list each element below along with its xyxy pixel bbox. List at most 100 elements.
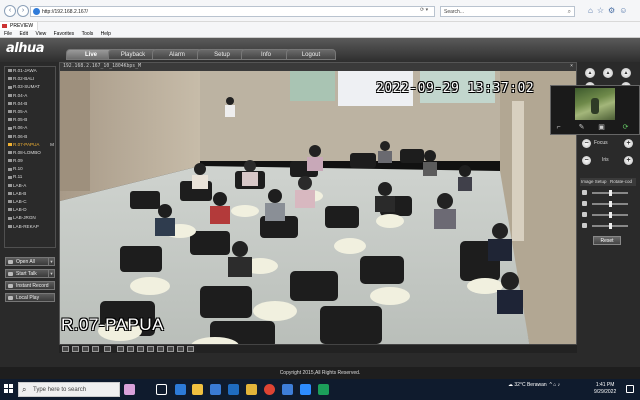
back-button[interactable]: ‹	[4, 5, 16, 17]
iris-minus-button[interactable]: −	[582, 156, 591, 165]
tab-logout[interactable]: Logout	[286, 49, 336, 60]
layout-16-icon[interactable]	[92, 346, 99, 352]
channel-item[interactable]: LAB-JRGN	[5, 214, 55, 222]
refresh-icon[interactable]: ⟳	[621, 124, 630, 132]
browser-search-input[interactable]: Search... ⌕	[440, 6, 575, 17]
hue-slider[interactable]	[582, 223, 634, 229]
menu-help[interactable]: Help	[101, 31, 111, 37]
gear-icon[interactable]: ⚙	[608, 6, 619, 15]
channel-item[interactable]: R.06-A	[5, 124, 55, 132]
address-bar[interactable]: http://192.168.2.167/	[30, 6, 435, 17]
channel-item[interactable]: R.05-B	[5, 116, 55, 124]
focus-minus-button[interactable]: −	[582, 139, 591, 148]
slider-knob[interactable]	[609, 201, 612, 207]
zoom-icon[interactable]	[300, 384, 311, 395]
layout-custom-icon[interactable]	[187, 346, 194, 352]
channel-item[interactable]: R.10	[5, 165, 55, 173]
crop-icon[interactable]: ⌐	[554, 124, 563, 132]
refresh-icon[interactable]: ⟳ ▾	[420, 7, 428, 13]
menu-favorites[interactable]: Favorites	[54, 31, 75, 37]
tab-preview[interactable]: PREVIEW	[0, 22, 39, 30]
ptz-up-left-button[interactable]: ▲	[585, 68, 595, 78]
layout-25-icon[interactable]	[157, 346, 164, 352]
layout-64-icon[interactable]	[177, 346, 184, 352]
saturation-slider[interactable]	[582, 212, 634, 218]
channel-item[interactable]: R.02-BALI	[5, 75, 55, 83]
smiley-icon[interactable]: ☺	[619, 6, 631, 15]
ptz-up-button[interactable]: ▲	[603, 68, 613, 78]
channel-item[interactable]: R.04-B	[5, 100, 55, 108]
channel-item[interactable]: R.08-LOMBO	[5, 149, 55, 157]
contrast-slider[interactable]	[582, 201, 634, 207]
layout-13-icon[interactable]	[137, 346, 144, 352]
channel-item[interactable]: LAB-REKAP	[5, 223, 55, 231]
fullscreen-icon[interactable]	[104, 346, 111, 352]
home-icon[interactable]: ⌂	[588, 6, 597, 15]
chrome-icon[interactable]	[264, 384, 275, 395]
cortana-icon[interactable]	[124, 384, 135, 395]
tab-alarm[interactable]: Alarm	[152, 49, 202, 60]
pen-icon[interactable]: ✎	[577, 124, 586, 132]
windows-start-icon[interactable]	[4, 384, 14, 394]
task-view-icon[interactable]	[156, 384, 167, 395]
layout-20-icon[interactable]	[147, 346, 154, 352]
menu-edit[interactable]: Edit	[19, 31, 28, 37]
image-setup-label[interactable]: Image Setup	[581, 179, 607, 184]
ie-icon[interactable]	[282, 384, 293, 395]
video-window[interactable]: 192.168.2.167_10_1804Kbps_M × 2022-09-29…	[59, 62, 577, 347]
channel-item[interactable]: R.04-A	[5, 92, 55, 100]
folder-icon[interactable]	[246, 384, 257, 395]
store-icon[interactable]	[210, 384, 221, 395]
tray-icons[interactable]: ^ ⌂ ♪	[548, 382, 560, 388]
channel-item[interactable]: LAB-D	[5, 206, 55, 214]
slider-knob[interactable]	[609, 212, 612, 218]
slider-knob[interactable]	[609, 190, 612, 196]
taskbar-search-input[interactable]: ⌕ Type here to search	[18, 382, 120, 397]
open-all-button[interactable]: Open All ▼	[5, 257, 55, 266]
menu-view[interactable]: View	[35, 31, 46, 37]
menu-tools[interactable]: Tools	[82, 31, 94, 37]
edge-icon[interactable]	[175, 384, 186, 395]
tab-info[interactable]: Info	[241, 49, 291, 60]
channel-item[interactable]: R.03-SUMAT	[5, 83, 55, 91]
rotate-label[interactable]: Rotate-cod	[610, 178, 632, 186]
layout-4-icon[interactable]	[72, 346, 79, 352]
app-icon[interactable]	[318, 384, 329, 395]
weather-icon[interactable]: ☁	[508, 382, 513, 388]
search-icon[interactable]: ⌕	[568, 7, 571, 17]
channel-item[interactable]: R.05-A	[5, 108, 55, 116]
channel-item[interactable]: LAB-A	[5, 182, 55, 190]
close-icon[interactable]: ×	[570, 63, 573, 71]
channel-item[interactable]: LAB-C	[5, 198, 55, 206]
local-play-button[interactable]: Local Play	[5, 293, 55, 302]
channel-item-active[interactable]: R.07-PAPUA M	[5, 141, 55, 149]
layout-1-icon[interactable]	[62, 346, 69, 352]
layout-9-icon[interactable]	[82, 346, 89, 352]
mail-icon[interactable]	[228, 384, 239, 395]
channel-item[interactable]: R.01-JAWA	[5, 67, 55, 75]
channel-item[interactable]: R.06-B	[5, 133, 55, 141]
file-explorer-icon[interactable]	[192, 384, 203, 395]
forward-button[interactable]: ›	[17, 5, 29, 17]
tab-playback[interactable]: Playback	[108, 49, 158, 60]
channel-item[interactable]: LAB-B	[5, 190, 55, 198]
start-talk-button[interactable]: Start Talk ▼	[5, 269, 55, 278]
channel-item[interactable]: R.11	[5, 173, 55, 181]
chevron-down-icon[interactable]: ▼	[48, 270, 54, 278]
ptz-up-right-button[interactable]: ▲	[621, 68, 631, 78]
snapshot-icon[interactable]: ▣	[597, 124, 606, 132]
iris-plus-button[interactable]: +	[624, 156, 633, 165]
notification-icon[interactable]	[626, 385, 634, 393]
focus-plus-button[interactable]: +	[624, 139, 633, 148]
layout-8-icon[interactable]	[127, 346, 134, 352]
menu-file[interactable]: File	[4, 31, 12, 37]
channel-item[interactable]: R.09	[5, 157, 55, 165]
slider-knob[interactable]	[609, 223, 612, 229]
taskbar-clock[interactable]: 1:41 PM 9/29/2022	[594, 382, 616, 396]
instant-record-button[interactable]: Instant Record	[5, 281, 55, 290]
tab-setup[interactable]: Setup	[197, 49, 247, 60]
brightness-slider[interactable]	[582, 190, 634, 196]
layout-36-icon[interactable]	[167, 346, 174, 352]
chevron-down-icon[interactable]: ▼	[48, 258, 54, 266]
reset-button[interactable]: Reset	[593, 236, 621, 245]
